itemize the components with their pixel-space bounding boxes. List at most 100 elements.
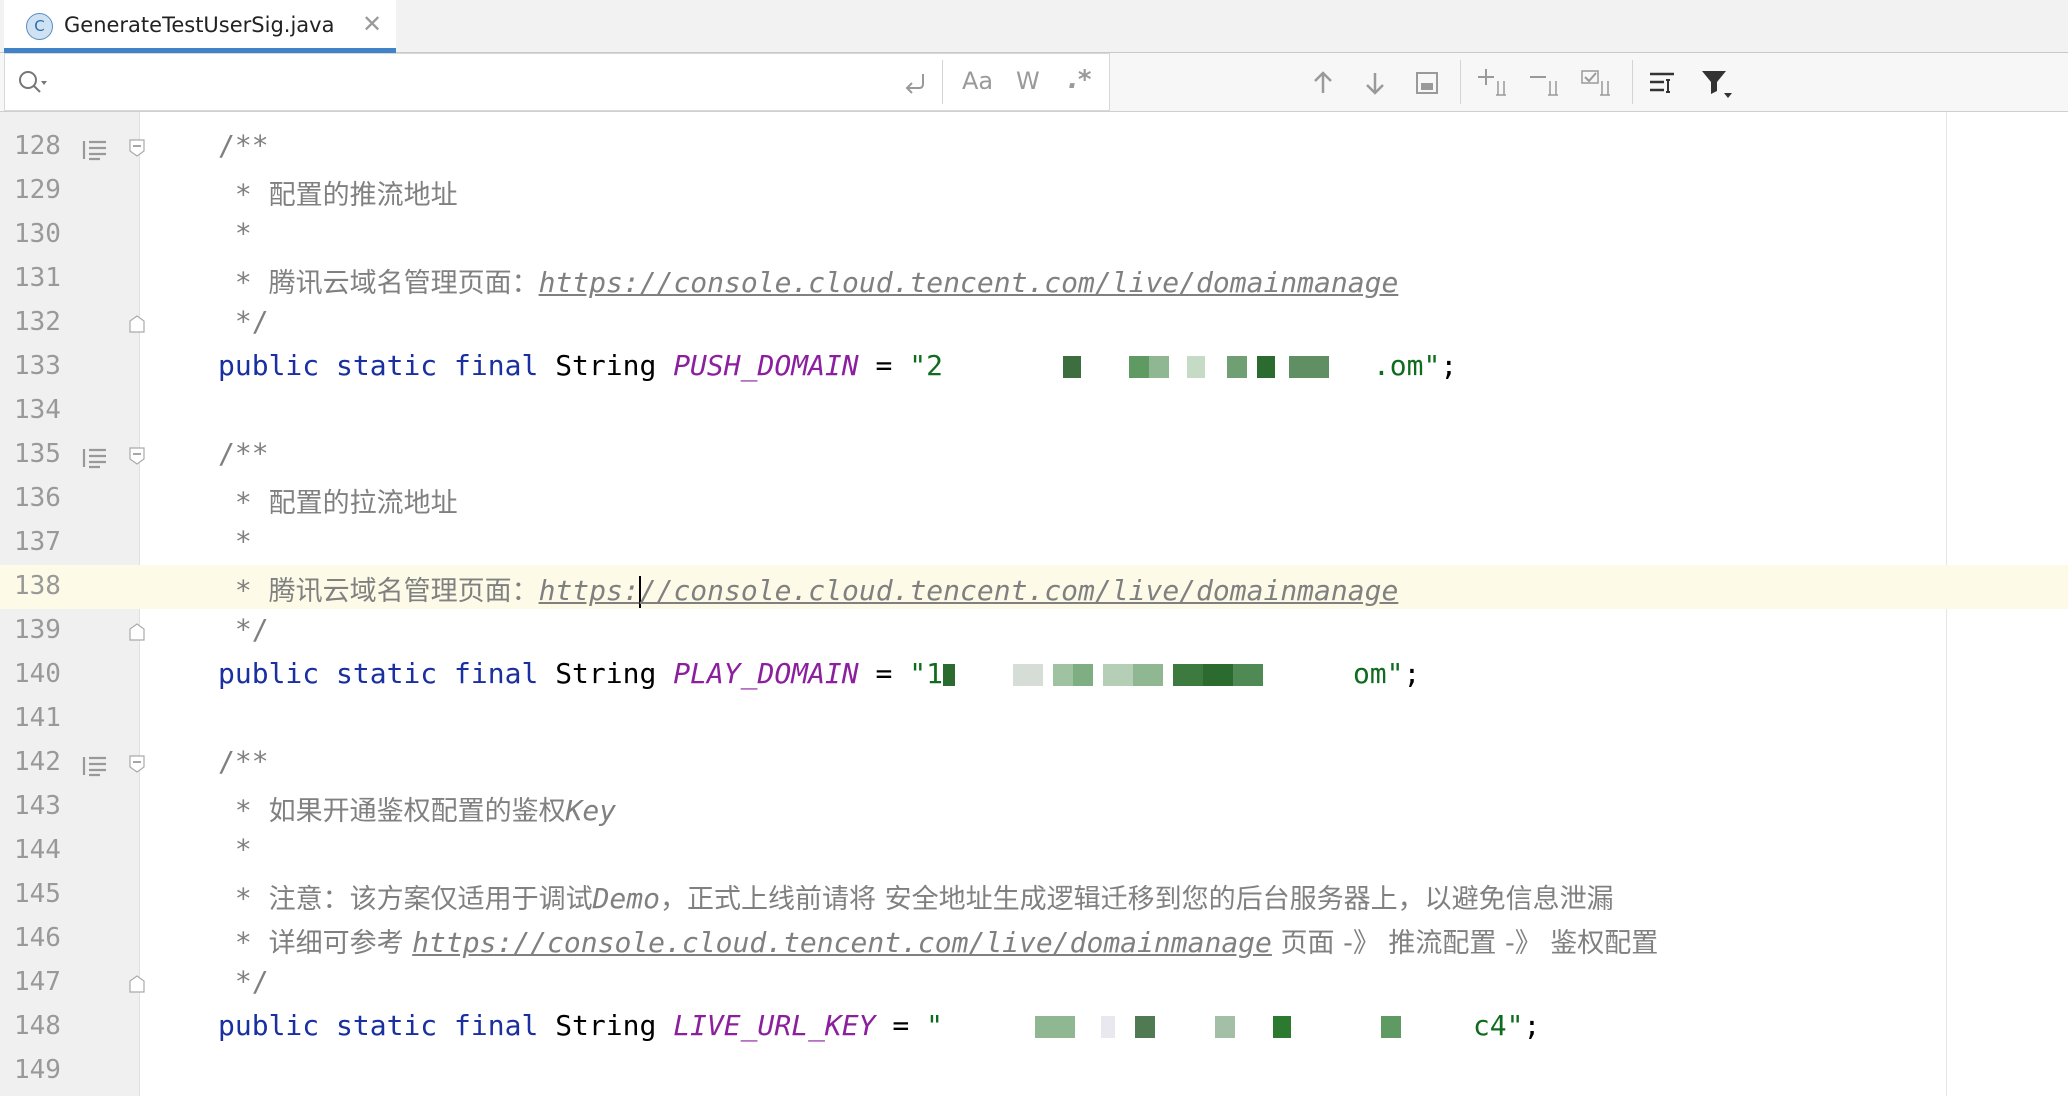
code-line: 131 * 腾讯云域名管理页面：https://console.cloud.te… [0, 257, 2068, 301]
code-text[interactable]: * 配置的拉流地址 [218, 481, 458, 520]
line-number: 129 [14, 175, 61, 205]
search-input[interactable] [57, 66, 881, 102]
fold-end-icon[interactable] [129, 975, 145, 993]
line-number: 130 [14, 219, 61, 249]
code-text[interactable]: public static final String PLAY_DOMAIN =… [218, 657, 1420, 690]
line-number: 136 [14, 483, 61, 513]
line-number: 133 [14, 351, 61, 381]
fold-icon[interactable] [129, 447, 145, 465]
filter-options-icon[interactable] [1648, 69, 1678, 97]
code-text[interactable]: * 配置的推流地址 [218, 173, 458, 212]
editor-tab-bar: C GenerateTestUserSig.java ✕ [0, 0, 2068, 53]
regex-button[interactable]: .* [1068, 65, 1091, 95]
code-text[interactable]: * 如果开通鉴权配置的鉴权Key [218, 789, 616, 828]
line-number: 132 [14, 307, 61, 337]
doc-comment-icon[interactable] [82, 447, 108, 469]
code-line: 139 */ [0, 609, 2068, 653]
code-text[interactable]: /** [218, 129, 269, 162]
code-line: 148 public static final String LIVE_URL_… [0, 1005, 2068, 1049]
code-line: 137 * [0, 521, 2068, 565]
tab-label: GenerateTestUserSig.java [64, 13, 335, 37]
toolbar-separator [1632, 60, 1633, 104]
code-text[interactable]: * 详细可参考 https://console.cloud.tencent.co… [218, 921, 1658, 960]
select-all-occurrences-icon[interactable] [1413, 69, 1441, 97]
arrow-down-icon[interactable] [1361, 69, 1389, 97]
line-number: 141 [14, 703, 61, 733]
close-icon[interactable]: ✕ [362, 10, 382, 38]
words-button[interactable]: W [1016, 67, 1040, 95]
java-class-icon: C [26, 13, 53, 40]
code-text[interactable]: public static final String LIVE_URL_KEY … [218, 1009, 1540, 1042]
code-line: 136 * 配置的拉流地址 [0, 477, 2068, 521]
line-number: 140 [14, 659, 61, 689]
arrow-up-icon[interactable] [1309, 69, 1337, 97]
line-number: 137 [14, 527, 61, 557]
line-number: 138 [14, 571, 61, 601]
line-number: 128 [14, 131, 61, 161]
fold-icon[interactable] [129, 755, 145, 773]
code-line: 147 */ [0, 961, 2068, 1005]
code-line: 140 public static final String PLAY_DOMA… [0, 653, 2068, 697]
line-number: 149 [14, 1055, 61, 1085]
code-line: 145 * 注意：该方案仅适用于调试Demo，正式上线前请将 安全地址生成逻辑迁… [0, 873, 2068, 917]
line-number: 131 [14, 263, 61, 293]
line-number: 142 [14, 747, 61, 777]
select-all-icon[interactable] [1580, 67, 1616, 99]
code-text[interactable]: */ [218, 305, 269, 338]
code-text[interactable]: */ [218, 965, 269, 998]
fold-end-icon[interactable] [129, 623, 145, 641]
code-line: 144 * [0, 829, 2068, 873]
line-number: 145 [14, 879, 61, 909]
add-occurrence-icon[interactable] [1476, 67, 1512, 99]
toolbar-separator [942, 60, 943, 104]
redacted-value [943, 356, 1373, 378]
domain-manage-link[interactable]: https://console.cloud.tencent.com/live/d… [412, 926, 1272, 959]
code-text[interactable]: * [218, 833, 252, 866]
code-text[interactable]: * 腾讯云域名管理页面：https://console.cloud.tencen… [218, 261, 1398, 300]
redacted-value [942, 664, 1353, 686]
code-text[interactable]: */ [218, 613, 269, 646]
search-icon[interactable] [17, 69, 47, 97]
domain-manage-link[interactable]: https://console.cloud.tencent.com/live/d… [539, 266, 1399, 299]
doc-comment-icon[interactable] [82, 139, 108, 161]
line-number: 134 [14, 395, 61, 425]
code-line: 134 [0, 389, 2068, 433]
redacted-value [943, 1016, 1473, 1038]
tab-generatetestusersig[interactable]: C GenerateTestUserSig.java ✕ [4, 0, 396, 53]
new-line-icon[interactable] [903, 70, 929, 96]
line-number: 139 [14, 615, 61, 645]
code-line: 141 [0, 697, 2068, 741]
code-line: 146 * 详细可参考 https://console.cloud.tencen… [0, 917, 2068, 961]
code-line: 129 * 配置的推流地址 [0, 169, 2068, 213]
code-text[interactable]: * 腾讯云域名管理页面：https://console.cloud.tencen… [218, 569, 1398, 608]
line-number: 135 [14, 439, 61, 469]
code-text[interactable]: /** [218, 745, 269, 778]
doc-comment-icon[interactable] [82, 755, 108, 777]
line-number: 144 [14, 835, 61, 865]
code-line: 142 /** [0, 741, 2068, 785]
match-case-button[interactable]: Aa [962, 67, 993, 95]
code-text[interactable]: * [218, 525, 252, 558]
code-line: 128 /** [0, 125, 2068, 169]
remove-occurrence-icon[interactable] [1528, 67, 1564, 99]
code-text[interactable]: /** [218, 437, 269, 470]
code-line: 135 /** [0, 433, 2068, 477]
code-line-current: 138 * 腾讯云域名管理页面：https://console.cloud.te… [0, 565, 2068, 609]
code-text[interactable]: * [218, 217, 252, 250]
code-line: 132 */ [0, 301, 2068, 345]
filter-icon[interactable] [1700, 67, 1732, 99]
search-field[interactable] [4, 53, 1110, 111]
code-line: 133 public static final String PUSH_DOMA… [0, 345, 2068, 389]
domain-manage-link[interactable]: https://console.cloud.tencent.com/live/d… [539, 574, 1398, 608]
line-number: 146 [14, 923, 61, 953]
code-text[interactable]: * 注意：该方案仅适用于调试Demo，正式上线前请将 安全地址生成逻辑迁移到您的… [218, 877, 1614, 916]
line-number: 143 [14, 791, 61, 821]
code-line: 130 * [0, 213, 2068, 257]
find-toolbar: Aa W .* [0, 53, 2068, 112]
toolbar-separator [1460, 60, 1461, 104]
line-number: 147 [14, 967, 61, 997]
code-text[interactable]: public static final String PUSH_DOMAIN =… [218, 349, 1457, 382]
code-line: 143 * 如果开通鉴权配置的鉴权Key [0, 785, 2068, 829]
fold-icon[interactable] [129, 139, 145, 157]
fold-end-icon[interactable] [129, 315, 145, 333]
